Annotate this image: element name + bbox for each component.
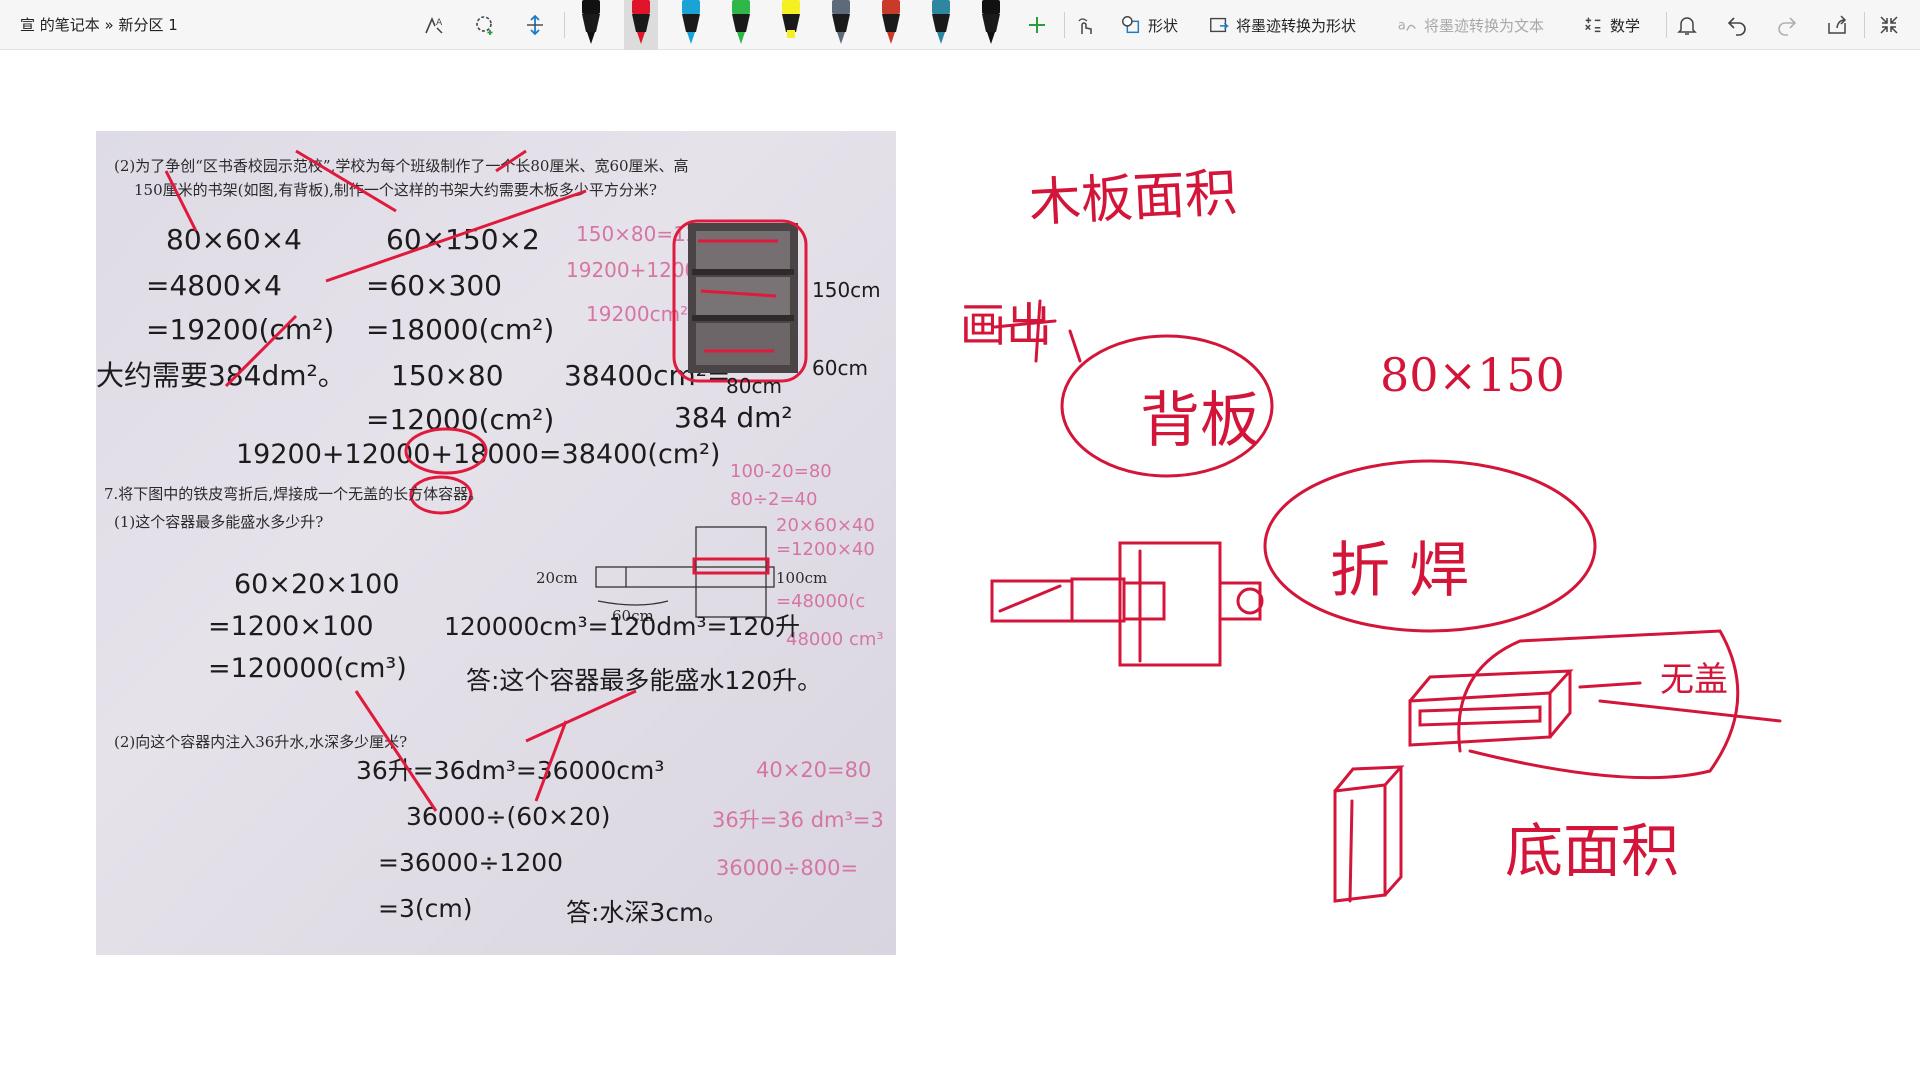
ink-to-shape-button[interactable]: 将墨迹转换为形状 <box>1208 12 1356 38</box>
red-pen[interactable] <box>624 0 658 50</box>
dark-pen-icon <box>982 0 1000 44</box>
pink-note-8: =48000(c <box>776 591 865 612</box>
bell-icon[interactable] <box>1670 8 1704 42</box>
math-label: 数学 <box>1610 16 1641 35</box>
toolbar-separator <box>564 12 565 38</box>
answer-1: 大约需要384dm²。 <box>96 359 346 392</box>
shapes-button[interactable]: 形状 <box>1120 12 1178 38</box>
yellow-highlighter-icon <box>782 0 800 38</box>
container-net-diagram <box>595 526 775 618</box>
yellow-highlighter[interactable] <box>774 0 808 50</box>
dim-150cm: 150cm <box>812 278 881 302</box>
volume-3: =120000(cm³) <box>208 653 407 684</box>
water-4: =3(cm) <box>378 894 472 923</box>
water-3: =36000÷1200 <box>378 848 563 877</box>
question-7-1: (1)这个容器最多能盛水多少升? <box>114 513 323 531</box>
ink-to-text-label: 将墨迹转换为文本 <box>1424 16 1545 35</box>
label-20cm: 20cm <box>536 569 578 587</box>
pink-note-4: 100-20=80 <box>730 461 832 482</box>
rainbow-pen[interactable] <box>874 0 908 50</box>
toolbar-separator <box>1864 12 1865 38</box>
galaxy-pen-icon <box>832 0 850 44</box>
calc-b2: =60×300 <box>366 269 502 302</box>
math-button[interactable]: 数学 <box>1582 12 1640 38</box>
math-icon <box>1585 17 1601 33</box>
rainbow-pen-icon <box>882 0 900 44</box>
pink-note-10: 40×20=80 <box>756 758 871 782</box>
volume-conversion: 120000cm³=120dm³=120升 <box>444 612 800 641</box>
shapes-icon <box>1122 16 1140 34</box>
handwritten-ink-layer: 木板面积 画出 背板 80×150 折 焊 无盖 底面积 <box>960 163 1782 903</box>
water-2: 36000÷(60×20) <box>406 802 611 831</box>
toolbar-separator <box>1666 12 1667 38</box>
calc-dm: 384 dm² <box>674 401 793 434</box>
worksheet-photo: (2)为了争创“区书香校园示范校”,学校为每个班级制作了一个长80厘米、宽60厘… <box>96 131 896 955</box>
ink-loop-base-area <box>1457 629 1740 780</box>
teal-pen-icon <box>932 0 950 44</box>
question-2-line-2: 150厘米的书架(如图,有背板),制作一个这样的书架大约需要木板多少平方分米? <box>134 181 657 199</box>
pink-note-5: 80÷2=40 <box>730 489 817 510</box>
galaxy-pen[interactable] <box>824 0 858 50</box>
ink-base-area: 底面积 <box>1505 817 1679 885</box>
ink-wood-area: 木板面积 <box>1028 163 1239 234</box>
insert-space-icon[interactable] <box>518 8 552 42</box>
pink-note-11: 36升=36 dm³=3 <box>712 808 884 832</box>
water-answer: 答:水深3cm。 <box>566 898 728 927</box>
calc-b3: =18000(cm²) <box>366 313 554 346</box>
teal-pen[interactable] <box>924 0 958 50</box>
red-pen-icon <box>632 0 650 44</box>
touch-draw-icon[interactable] <box>1068 8 1102 42</box>
volume-answer: 答:这个容器最多能盛水120升。 <box>466 666 822 695</box>
undo-icon[interactable] <box>1720 8 1754 42</box>
question-2-line-1: (2)为了争创“区书香校园示范校”,学校为每个班级制作了一个长80厘米、宽60厘… <box>114 157 689 175</box>
question-7-2: (2)向这个容器内注入36升水,水深多少厘米? <box>114 733 407 751</box>
ink-to-shape-label: 将墨迹转换为形状 <box>1236 16 1357 35</box>
black-pen[interactable] <box>574 0 608 50</box>
collapse-fullscreen-icon[interactable] <box>1872 8 1906 42</box>
calc-a2: =4800×4 <box>146 269 282 302</box>
ink-to-shape-icon <box>1210 17 1230 33</box>
label-100cm: 100cm <box>776 569 827 587</box>
toolbar-separator <box>1064 12 1065 38</box>
dark-pen[interactable] <box>974 0 1008 50</box>
cyan-pen-icon <box>682 0 700 44</box>
redo-icon[interactable] <box>1770 8 1804 42</box>
ribbon-toolbar: 宣 的笔记本 » 新分区 1 A 形状 将墨迹转换为形状 a 将墨迹转换为文本 … <box>0 0 1920 50</box>
breadcrumb[interactable]: 宣 的笔记本 » 新分区 1 <box>20 14 178 35</box>
pink-note-7: =1200×40 <box>776 539 875 560</box>
cyan-pen[interactable] <box>674 0 708 50</box>
svg-text:A: A <box>436 18 443 28</box>
ink-back-dims: 80×150 <box>1380 348 1565 402</box>
ink-tall-box-drawing <box>1333 765 1405 903</box>
note-canvas[interactable]: (2)为了争创“区书香校园示范校”,学校为每个班级制作了一个长80厘米、宽60厘… <box>0 51 1920 1080</box>
calc-c1: 150×80 <box>391 359 504 392</box>
ink-no-lid: 无盖 <box>1660 660 1728 700</box>
pink-note-9: 48000 cm³ <box>786 629 884 650</box>
dim-60cm: 60cm <box>812 356 868 380</box>
share-icon[interactable] <box>1820 8 1854 42</box>
ink-fold-weld: 折 焊 <box>1330 536 1469 606</box>
lasso-select-icon[interactable] <box>468 8 502 42</box>
volume-1: 60×20×100 <box>234 569 400 600</box>
ink-container-net-drawing <box>990 541 1264 667</box>
question-7: 7.将下图中的铁皮弯折后,焊接成一个无盖的长方体容器。 <box>104 485 483 503</box>
green-pen-icon <box>732 0 750 44</box>
ink-to-text-icon: a <box>1398 19 1416 34</box>
add-pen-icon[interactable] <box>1020 8 1054 42</box>
green-pen[interactable] <box>724 0 758 50</box>
black-pen-icon <box>582 0 600 44</box>
calc-a1: 80×60×4 <box>166 223 302 256</box>
volume-2: =1200×100 <box>208 611 374 642</box>
pink-note-6: 20×60×40 <box>776 515 875 536</box>
lasso-text-icon[interactable]: A <box>418 8 452 42</box>
ink-back-board: 背板 <box>1140 386 1260 456</box>
calc-a3: =19200(cm²) <box>146 313 334 346</box>
ink-to-text-button[interactable]: a 将墨迹转换为文本 <box>1396 12 1544 38</box>
svg-text:a: a <box>1398 19 1406 34</box>
shapes-label: 形状 <box>1148 16 1179 35</box>
pink-note-12: 36000÷800= <box>716 856 858 880</box>
dim-80cm: 80cm <box>726 374 782 398</box>
bookshelf-image <box>672 219 808 383</box>
